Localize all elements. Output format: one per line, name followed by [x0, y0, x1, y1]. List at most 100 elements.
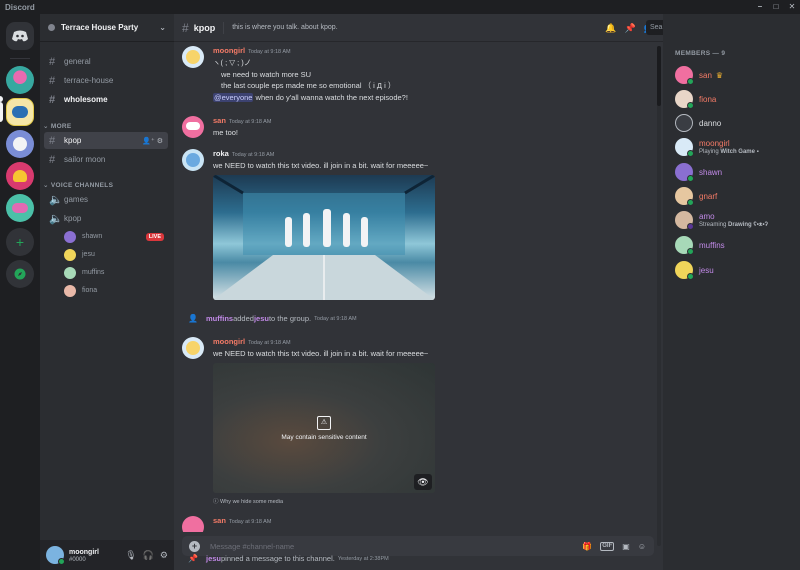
gear-icon[interactable]: ⚙ — [157, 138, 163, 145]
system-actor[interactable]: muffins — [206, 314, 233, 323]
sensitive-media-embed[interactable]: ⚠ May contain sensitive content 👁 — [213, 362, 435, 493]
server-header[interactable]: Terrace House Party ⌄ — [40, 14, 174, 42]
voice-user-jesu[interactable]: jesu — [64, 247, 164, 262]
category-label: MORE — [50, 123, 72, 130]
category-label: VOICE CHANNELS — [50, 182, 114, 189]
mention-everyone[interactable]: @everyone — [213, 92, 254, 102]
channel-general[interactable]: # general — [44, 53, 168, 70]
voice-user-muffins[interactable]: muffins — [64, 265, 164, 280]
microphone-icon[interactable]: 🎙 — [125, 550, 136, 561]
message-author[interactable]: moongirl — [213, 46, 245, 55]
active-server-pill — [0, 102, 3, 122]
discord-icon — [12, 30, 28, 42]
voice-user-shawn[interactable]: shawn LIVE — [64, 229, 164, 244]
home-button[interactable] — [6, 22, 34, 50]
online-status-icon — [58, 558, 65, 565]
avatar — [675, 261, 694, 280]
crown-icon: ♛ — [715, 70, 724, 80]
online-status-icon — [687, 273, 694, 280]
headphones-icon[interactable]: 🎧 — [143, 550, 154, 561]
category-more[interactable]: ⌄ MORE — [43, 122, 72, 130]
message-author[interactable]: san — [213, 116, 226, 125]
add-attachment-button[interactable]: + — [189, 540, 200, 552]
server-icon-3[interactable] — [6, 130, 34, 158]
why-hidden-link[interactable]: ⓘ Why we hide some media — [213, 497, 652, 505]
avatar-image — [186, 122, 200, 130]
member-name: amo — [699, 211, 715, 221]
message-author[interactable]: roka — [213, 149, 229, 158]
explore-servers-button[interactable] — [6, 260, 34, 288]
pin-icon[interactable]: 📌 — [625, 23, 636, 34]
message: moongirl Today at 9:18 AM ヽ( ; ▽ ; )ノ we … — [182, 46, 652, 103]
message-author[interactable]: moongirl — [213, 337, 245, 346]
gear-icon[interactable]: ⚙ — [160, 550, 168, 561]
avatar[interactable] — [182, 337, 204, 359]
avatar[interactable] — [46, 546, 65, 565]
channel-label: general — [64, 57, 91, 66]
video-thumbnail[interactable] — [213, 174, 435, 300]
why-hidden-text: Why we hide some media — [220, 498, 284, 505]
eye-icon[interactable]: 👁 — [414, 473, 432, 490]
voice-user-fiona[interactable]: fiona — [64, 283, 164, 298]
system-timestamp: Today at 9:18 AM — [314, 315, 357, 322]
member-name: san — [699, 70, 712, 80]
minimize-button[interactable]: – — [752, 0, 768, 14]
online-status-icon — [687, 199, 694, 206]
voice-user-name: jesu — [82, 251, 95, 258]
channel-terrace-house[interactable]: # terrace-house — [44, 72, 168, 89]
invite-icon[interactable]: 👤⁺ — [142, 138, 154, 145]
server-icon-4[interactable] — [6, 162, 34, 190]
channel-sailor-moon[interactable]: # sailor moon — [44, 151, 168, 168]
avatar[interactable] — [182, 516, 204, 532]
category-voice[interactable]: ⌄ VOICE CHANNELS — [43, 181, 113, 189]
message-author[interactable]: san — [213, 516, 226, 525]
message-input[interactable]: Message #channel-name — [210, 542, 294, 551]
server-list: + — [0, 14, 40, 570]
avatar-image — [186, 50, 200, 64]
close-button[interactable]: ✕ — [784, 0, 800, 14]
maximize-button[interactable]: □ — [768, 0, 784, 14]
member-muffins[interactable]: muffins — [675, 234, 795, 256]
channel-label: sailor moon — [64, 155, 106, 164]
bell-icon[interactable]: 🔔 — [605, 23, 616, 34]
system-target[interactable]: jesu — [254, 314, 269, 323]
user-name: moongirl — [69, 548, 99, 556]
activity-prefix: Playing — [699, 148, 721, 155]
server-icon-1[interactable] — [6, 66, 34, 94]
gift-icon[interactable]: 🎁 — [582, 542, 592, 551]
message-text: we NEED to watch this txt video. ill joi… — [213, 161, 429, 170]
gif-icon[interactable]: GIF — [600, 541, 615, 551]
pin-icon: 📌 — [188, 554, 198, 563]
add-server-button[interactable]: + — [6, 228, 34, 256]
member-fiona[interactable]: fiona — [675, 88, 795, 110]
avatar[interactable] — [182, 116, 204, 138]
system-actor[interactable]: jesu — [206, 554, 221, 563]
voice-channel-games[interactable]: 🔈 games — [44, 191, 168, 208]
voice-channel-kpop[interactable]: 🔈 kpop — [44, 210, 168, 227]
scrollbar-thumb[interactable] — [657, 46, 661, 106]
member-jesu[interactable]: jesu — [675, 259, 795, 281]
member-amo[interactable]: amo Streaming Drawing ʕ•ᴥ•ʔ — [675, 209, 795, 231]
emoji-icon[interactable]: ☺ — [638, 542, 646, 551]
member-danno[interactable]: danno — [675, 112, 795, 134]
message-text-rest: when do y'all wanna watch the next episo… — [253, 92, 408, 102]
channel-kpop[interactable]: # kpop 👤⁺ ⚙ — [44, 132, 168, 149]
avatar[interactable] — [182, 149, 204, 171]
member-gnarf[interactable]: gnarf — [675, 185, 795, 207]
server-icon-5[interactable] — [6, 194, 34, 222]
channel-wholesome[interactable]: # wholesome — [44, 91, 168, 108]
member-name: jesu — [699, 265, 714, 275]
member-shawn[interactable]: shawn — [675, 161, 795, 183]
message-composer[interactable]: + Message #channel-name 🎁 GIF ▣ ☺ — [182, 536, 654, 556]
streaming-status-icon — [687, 223, 694, 230]
sticker-icon[interactable]: ▣ — [622, 542, 630, 551]
divider — [223, 21, 225, 34]
member-san[interactable]: san ♛ — [675, 64, 795, 86]
member-moongirl[interactable]: moongirl Playing Witch Game ▪ — [675, 136, 795, 158]
compass-icon — [14, 268, 26, 280]
server-icon-terrace-house[interactable] — [6, 98, 34, 126]
avatar[interactable] — [182, 46, 204, 68]
user-tag: #0000 — [69, 556, 86, 563]
avatar — [64, 266, 76, 279]
scrollbar[interactable] — [657, 46, 661, 546]
